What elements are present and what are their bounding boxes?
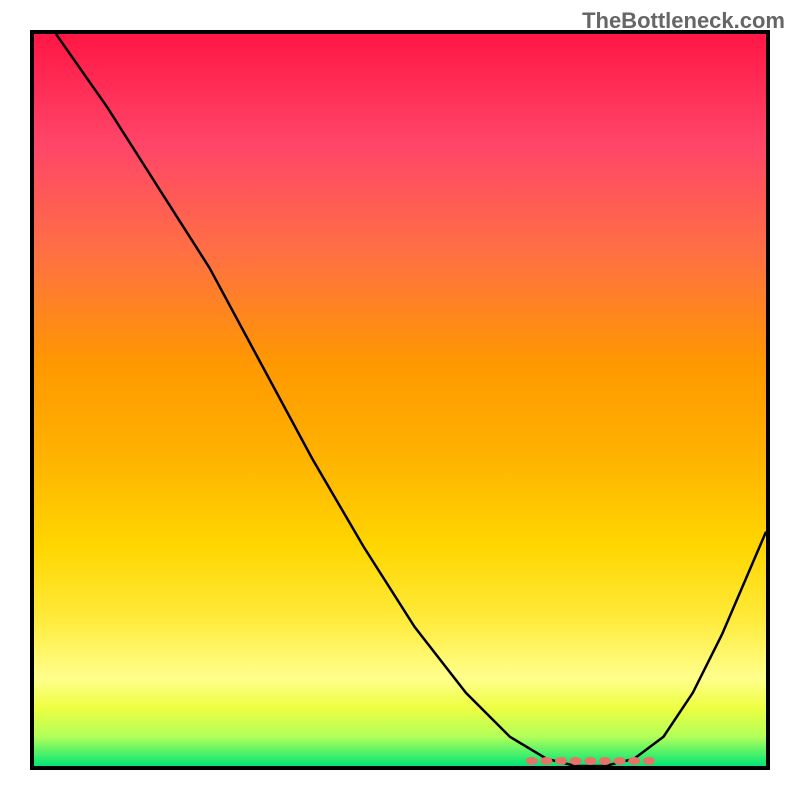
minimum-zone-markers: [526, 757, 655, 765]
minimum-marker: [614, 757, 626, 765]
chart-plot-area: [30, 30, 770, 770]
minimum-marker: [584, 757, 596, 765]
minimum-marker: [628, 757, 640, 765]
minimum-marker: [555, 757, 567, 765]
minimum-marker: [540, 757, 552, 765]
watermark-text: TheBottleneck.com: [582, 8, 785, 34]
minimum-marker: [599, 757, 611, 765]
minimum-marker: [526, 757, 538, 765]
curve-svg: [34, 34, 766, 766]
minimum-marker: [570, 757, 582, 765]
bottleneck-curve-line: [56, 34, 766, 766]
minimum-marker: [643, 757, 655, 765]
